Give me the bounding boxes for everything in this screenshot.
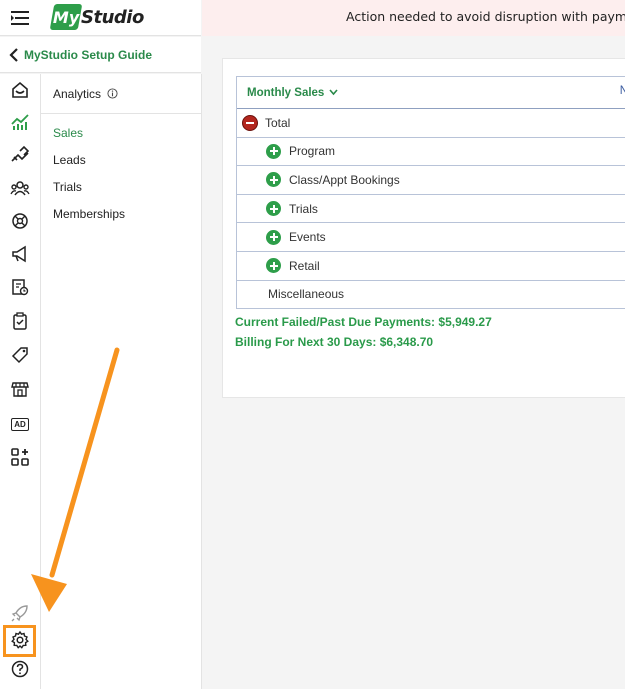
schedule-icon[interactable] <box>9 276 31 298</box>
info-icon[interactable] <box>107 88 118 99</box>
top-bar: My Studio <box>0 0 201 36</box>
ad-label: AD <box>11 417 29 431</box>
rocket-icon[interactable] <box>9 602 31 624</box>
help-icon[interactable] <box>9 658 31 680</box>
members-icon[interactable] <box>9 177 31 199</box>
logo-badge: My <box>49 4 83 30</box>
expand-icon[interactable] <box>266 201 281 217</box>
store-icon[interactable] <box>9 378 31 400</box>
settings-highlight-box <box>3 625 36 657</box>
setup-guide-label: MyStudio Setup Guide <box>24 47 152 62</box>
payment-warning-banner: Action needed to avoid disruption with p… <box>202 0 625 36</box>
megaphone-icon[interactable] <box>9 243 31 265</box>
logo-word: Studio <box>81 6 144 28</box>
table-row-trials: Trials <box>237 195 625 224</box>
table-row-retail: Retail <box>237 252 625 281</box>
sales-table: Monthly Sales N Total Program Class/Appt… <box>236 76 625 310</box>
collapse-icon[interactable] <box>242 114 258 131</box>
row-label: Retail <box>289 258 320 273</box>
submenu-item-memberships[interactable]: Memberships <box>41 207 201 234</box>
banner-text: Action needed to avoid disruption with p… <box>346 9 625 24</box>
row-label: Program <box>289 144 336 159</box>
expand-icon[interactable] <box>266 143 281 159</box>
ad-icon[interactable]: AD <box>9 413 31 435</box>
submenu-header: Analytics <box>41 74 201 114</box>
submenu-item-leads[interactable]: Leads <box>41 153 201 180</box>
submenu-item-trials[interactable]: Trials <box>41 180 201 207</box>
analytics-icon[interactable] <box>9 111 31 133</box>
submenu-item-sales[interactable]: Sales <box>41 126 201 153</box>
analytics-submenu: Analytics Sales Leads Trials Memberships <box>41 74 202 689</box>
submenu-title: Analytics <box>53 86 102 101</box>
row-label: Class/Appt Bookings <box>289 172 400 187</box>
chevron-down-icon <box>329 89 338 96</box>
row-label: Total <box>265 115 291 130</box>
setup-guide-link[interactable]: MyStudio Setup Guide <box>0 37 201 73</box>
table-row-events: Events <box>237 223 625 252</box>
dropdown-label: Monthly Sales <box>247 86 325 99</box>
row-label: Trials <box>289 201 318 216</box>
menu-icon[interactable] <box>10 9 30 27</box>
table-header: Monthly Sales N <box>237 77 625 109</box>
table-row-class-bookings: Class/Appt Bookings <box>237 166 625 195</box>
monthly-sales-dropdown[interactable]: Monthly Sales <box>247 87 338 99</box>
checklist-icon[interactable] <box>9 310 31 332</box>
handshake-icon[interactable] <box>9 144 31 166</box>
submenu-list: Sales Leads Trials Memberships <box>41 114 201 234</box>
expand-icon[interactable] <box>266 172 281 188</box>
mystudio-logo[interactable]: My Studio <box>49 4 144 30</box>
table-row-program: Program <box>237 138 625 167</box>
billing-next-summary: Billing For Next 30 Days: $6,348.70 <box>235 335 434 349</box>
programs-icon[interactable] <box>9 210 31 232</box>
chevron-left-icon <box>9 47 18 62</box>
icon-rail: AD <box>0 74 41 689</box>
logo-prefix: My <box>52 7 80 27</box>
row-label: Miscellaneous <box>268 287 345 302</box>
tag-icon[interactable] <box>9 344 31 366</box>
table-row-total: Total <box>237 109 625 138</box>
table-row-miscellaneous: Miscellaneous <box>237 281 625 310</box>
expand-icon[interactable] <box>266 258 281 274</box>
column-header-fragment: N <box>619 85 625 97</box>
row-label: Events <box>289 230 326 245</box>
apps-icon[interactable] <box>9 446 31 468</box>
app-window: My Studio Action needed to avoid disrupt… <box>0 0 625 689</box>
home-icon[interactable] <box>9 79 31 101</box>
failed-payments-summary: Current Failed/Past Due Payments: $5,949… <box>235 315 492 329</box>
sales-report-card: Monthly Sales N Total Program Class/Appt… <box>222 58 625 398</box>
expand-icon[interactable] <box>266 229 281 245</box>
